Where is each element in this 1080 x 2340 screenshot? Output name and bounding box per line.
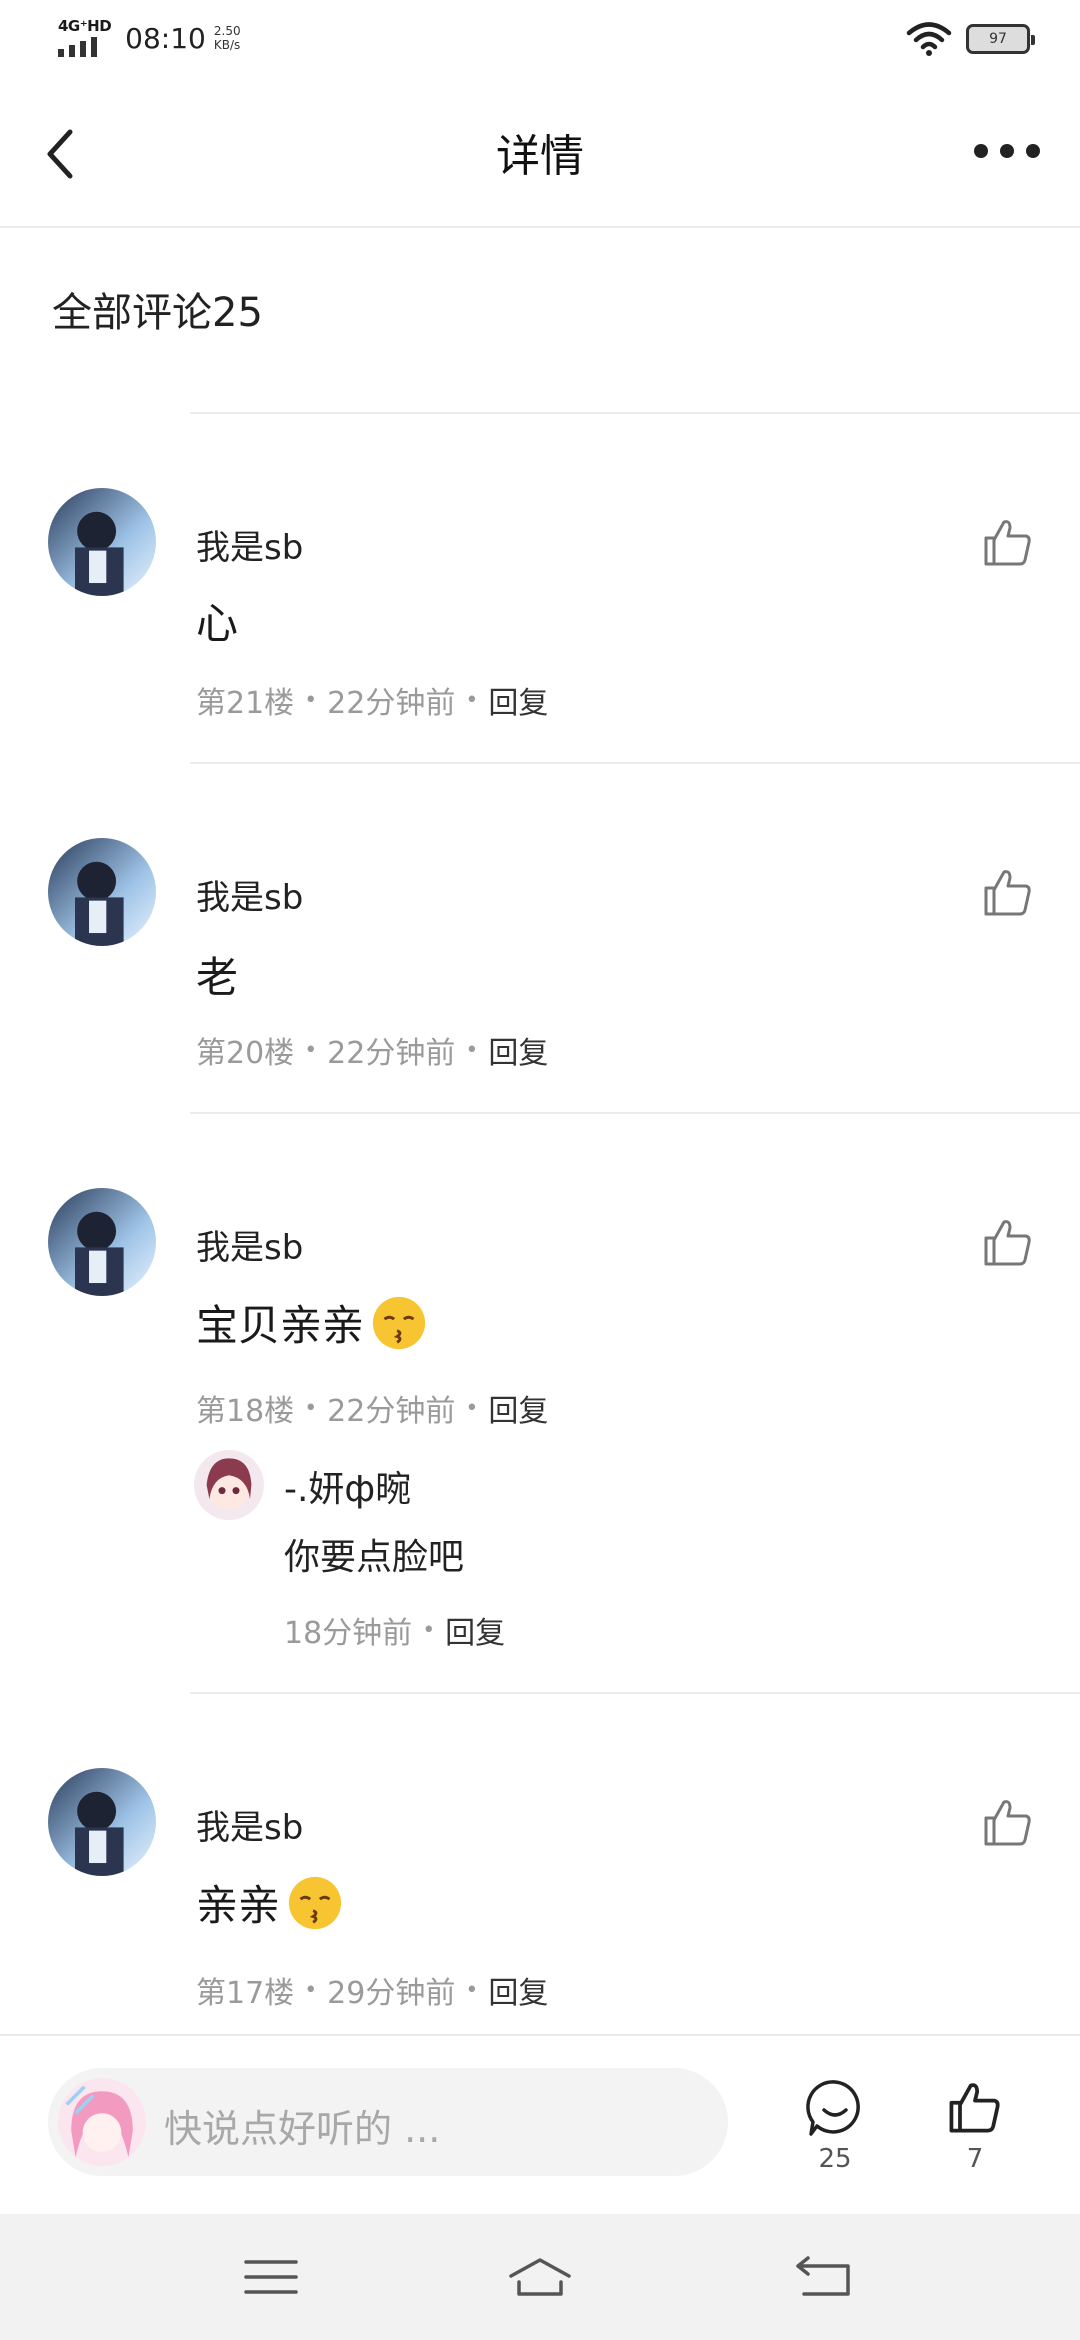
comment-text: 宝贝亲亲 bbox=[196, 1292, 428, 1353]
network-indicator: 4G⁺HD bbox=[58, 17, 112, 57]
speed-unit: KB/s bbox=[213, 38, 241, 52]
reply-button[interactable]: 回复 bbox=[488, 1968, 548, 2012]
comment-author[interactable]: 我是sb bbox=[196, 520, 303, 569]
sub-reply-button[interactable]: 回复 bbox=[445, 1608, 505, 1652]
comment-input-bar: 快说点好听的 ... 25 7 bbox=[0, 2034, 1080, 2216]
comment-floor: 第20楼 bbox=[196, 1036, 295, 1071]
comment-meta: 第21楼 • 22分钟前 • 回复 bbox=[196, 678, 548, 722]
all-comments-title: 全部评论25 bbox=[52, 290, 263, 336]
comment-text: 心 bbox=[196, 599, 239, 648]
sub-reply-author[interactable]: -.妍ф晼 bbox=[284, 1460, 411, 1512]
reply-button[interactable]: 回复 bbox=[488, 678, 548, 722]
comment-meta: 第18楼 • 22分钟前 • 回复 bbox=[196, 1386, 548, 1430]
comment-author[interactable]: 我是sb bbox=[196, 1800, 303, 1849]
status-left: 4G⁺HD 08:10 2.50 KB/s bbox=[58, 18, 241, 57]
comment-text: 亲亲 bbox=[196, 1872, 344, 1933]
comment-floor: 第18楼 bbox=[196, 1394, 295, 1429]
comment-time: 22分钟前 bbox=[327, 1394, 456, 1429]
comment-meta: 第17楼 • 29分钟前 • 回复 bbox=[196, 1968, 548, 2012]
avatar[interactable] bbox=[48, 1768, 156, 1876]
network-label: 4G⁺HD bbox=[58, 17, 112, 35]
thumbs-up-icon[interactable] bbox=[980, 864, 1036, 920]
comment-author[interactable]: 我是sb bbox=[196, 1220, 303, 1269]
nav-header: 详情 bbox=[0, 80, 1080, 228]
comment-time: 22分钟前 bbox=[327, 1036, 456, 1071]
signal-icon bbox=[58, 37, 97, 57]
battery-level: 97 bbox=[989, 31, 1007, 47]
comment-input[interactable]: 快说点好听的 ... bbox=[48, 2068, 728, 2176]
comment-text-content: 宝贝亲亲 bbox=[196, 1301, 365, 1350]
like-count-button[interactable]: 7 bbox=[940, 2076, 1010, 2174]
comment-text: 老 bbox=[196, 953, 239, 1002]
status-bar: 4G⁺HD 08:10 2.50 KB/s 97 bbox=[0, 0, 1080, 80]
avatar[interactable] bbox=[48, 1188, 156, 1296]
clock: 08:10 bbox=[125, 22, 206, 55]
divider bbox=[190, 762, 1080, 764]
input-placeholder: 快说点好听的 ... bbox=[164, 2107, 441, 2151]
comment-floor: 第17楼 bbox=[196, 1976, 295, 2011]
thumbs-up-icon[interactable] bbox=[980, 514, 1036, 570]
network-speed: 2.50 KB/s bbox=[214, 24, 241, 52]
comment-count: 25 bbox=[818, 2144, 852, 2174]
comment-time: 22分钟前 bbox=[327, 686, 456, 721]
avatar[interactable] bbox=[48, 488, 156, 596]
menu-icon[interactable] bbox=[236, 2252, 306, 2302]
comment-meta: 第20楼 • 22分钟前 • 回复 bbox=[196, 1028, 548, 1072]
sub-reply-text: 你要点脸吧 bbox=[284, 1537, 465, 1578]
system-nav-bar bbox=[0, 2214, 1080, 2340]
comment-time: 29分钟前 bbox=[327, 1976, 456, 2011]
divider bbox=[190, 1692, 1080, 1694]
thumbs-up-icon bbox=[949, 2083, 1000, 2133]
my-avatar bbox=[58, 2078, 146, 2166]
more-dots-icon[interactable] bbox=[974, 144, 1040, 158]
wifi-icon bbox=[906, 22, 952, 56]
battery-icon: 97 bbox=[966, 24, 1035, 54]
comment-author[interactable]: 我是sb bbox=[196, 870, 303, 919]
speed-value: 2.50 bbox=[213, 24, 241, 38]
home-icon[interactable] bbox=[505, 2252, 575, 2302]
kissing-face-emoji-icon bbox=[288, 1876, 342, 1929]
divider bbox=[190, 412, 1080, 414]
comment-bubble-icon bbox=[806, 2080, 860, 2136]
reply-button[interactable]: 回复 bbox=[488, 1028, 548, 1072]
sub-reply-time: 18分钟前 bbox=[284, 1616, 413, 1651]
like-count: 7 bbox=[966, 2144, 984, 2174]
divider bbox=[190, 1112, 1080, 1114]
back-icon[interactable] bbox=[790, 2252, 860, 2302]
thumbs-up-icon[interactable] bbox=[980, 1794, 1036, 1850]
reply-button[interactable]: 回复 bbox=[488, 1386, 548, 1430]
page-title: 详情 bbox=[496, 131, 584, 182]
comment-text-content: 亲亲 bbox=[196, 1881, 281, 1930]
sub-reply-avatar[interactable] bbox=[194, 1450, 264, 1520]
thumbs-up-icon[interactable] bbox=[980, 1214, 1036, 1270]
status-right: 97 bbox=[906, 22, 1035, 56]
comment-count-button[interactable]: 25 bbox=[800, 2078, 870, 2174]
kissing-face-emoji-icon bbox=[372, 1296, 426, 1349]
avatar[interactable] bbox=[48, 838, 156, 946]
comment-floor: 第21楼 bbox=[196, 686, 295, 721]
sub-reply-meta: 18分钟前 • 回复 bbox=[284, 1608, 505, 1652]
